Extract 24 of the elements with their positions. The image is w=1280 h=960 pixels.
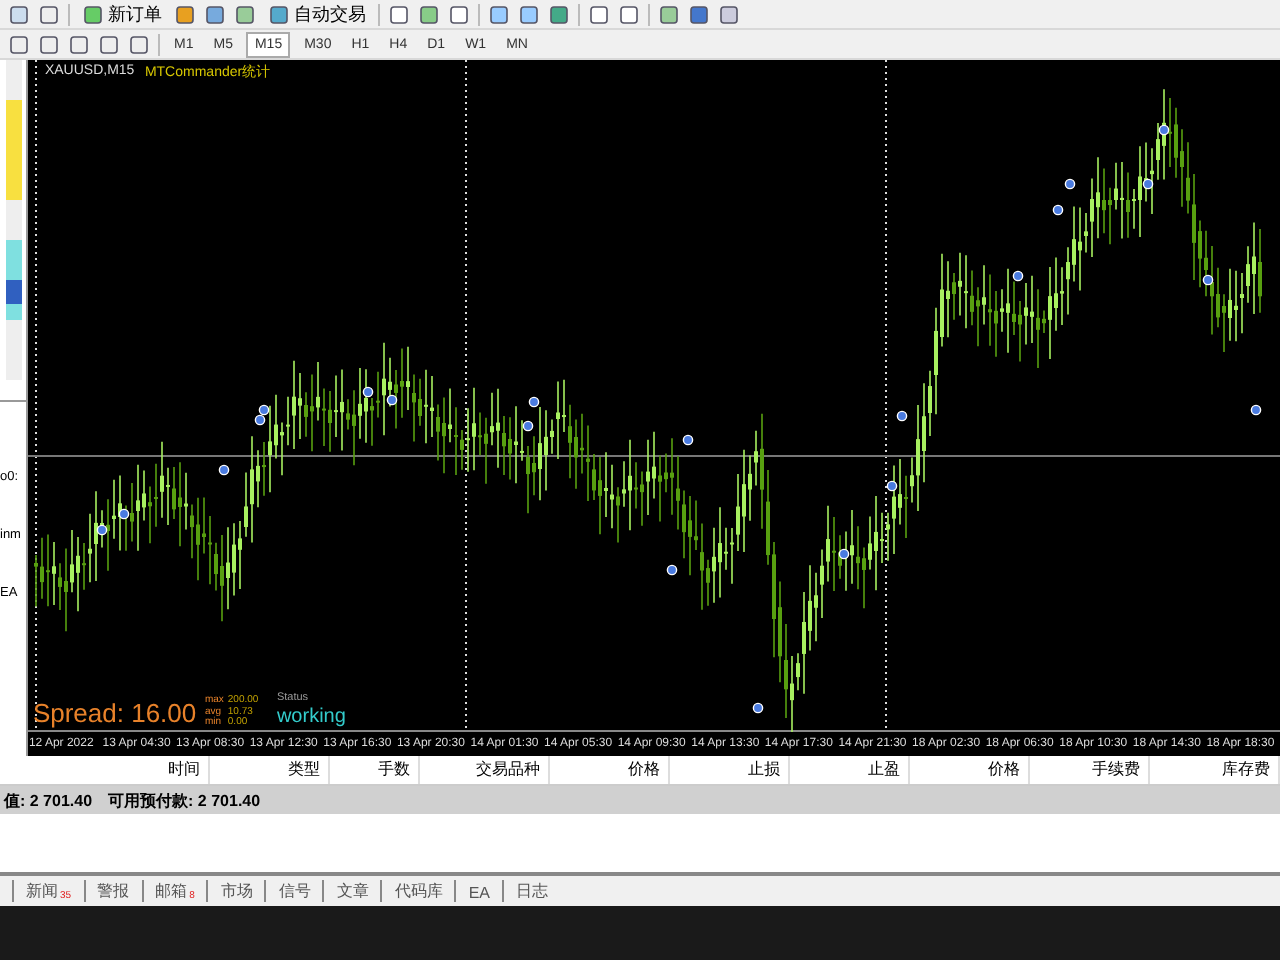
status-value: working bbox=[276, 706, 346, 728]
terminal-tab[interactable]: 信号 bbox=[264, 880, 323, 902]
column-header[interactable]: 手数 bbox=[330, 756, 420, 784]
column-header[interactable]: 时间 bbox=[0, 756, 210, 784]
column-header[interactable]: 交易品种 bbox=[420, 756, 550, 784]
column-header[interactable]: 价格 bbox=[550, 756, 670, 784]
new-order-button[interactable]: 新订单 bbox=[78, 1, 166, 27]
account-value: 值: 2 701.40 bbox=[4, 789, 93, 811]
column-header[interactable]: 止损 bbox=[670, 756, 790, 784]
scrollbar-icon[interactable] bbox=[5, 60, 22, 380]
terminal-tab[interactable]: 代码库 bbox=[380, 880, 455, 902]
spread-label: Spread: 16.00 bbox=[32, 698, 197, 728]
terminal-tab[interactable]: 警报 bbox=[83, 880, 142, 902]
terminal-tab[interactable]: 文章 bbox=[322, 880, 381, 902]
terminal-tab[interactable]: 日志 bbox=[502, 880, 561, 902]
terminal-tab[interactable]: EA bbox=[454, 880, 503, 902]
account-value: 可用预付款: 2 701.40 bbox=[108, 789, 261, 811]
column-header[interactable]: 手续费 bbox=[1030, 756, 1150, 784]
column-header[interactable]: 价格 bbox=[910, 756, 1030, 784]
column-header[interactable]: 类型 bbox=[210, 756, 330, 784]
column-header[interactable]: 库存费 bbox=[1150, 756, 1280, 784]
terminal-tab[interactable]: 市场 bbox=[206, 880, 265, 902]
auto-trading-button[interactable]: 自动交易 bbox=[264, 1, 370, 27]
column-header[interactable]: 止盈 bbox=[790, 756, 910, 784]
